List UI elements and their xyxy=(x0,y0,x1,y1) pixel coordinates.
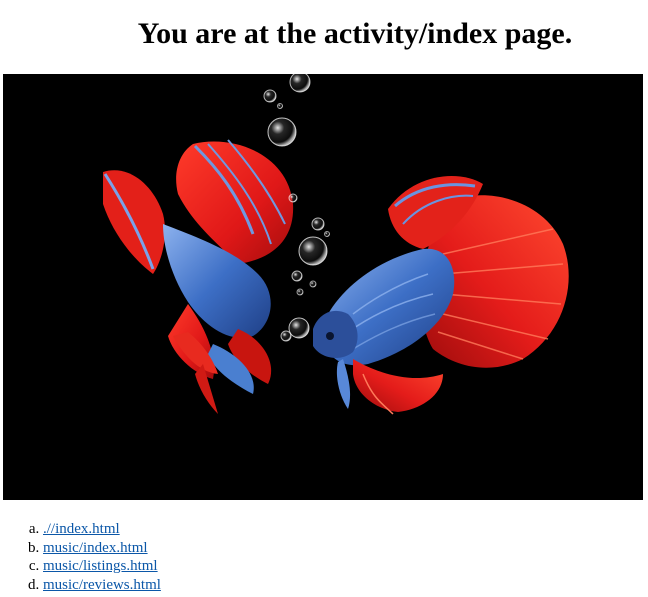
list-item: music/index.html xyxy=(43,539,161,558)
list-item: music/reviews.html xyxy=(43,576,161,595)
page-title: You are at the activity/index page. xyxy=(137,17,573,50)
list-item: .//index.html xyxy=(43,520,161,539)
betta-fish-image xyxy=(3,74,643,500)
link-music-index[interactable]: music/index.html xyxy=(43,540,148,556)
link-music-reviews[interactable]: music/reviews.html xyxy=(43,577,161,593)
fish-eye-icon xyxy=(326,332,334,340)
page-link-list: .//index.html music/index.html music/lis… xyxy=(0,520,161,594)
betta-fish-illustration xyxy=(3,74,643,500)
list-item: music/listings.html xyxy=(43,557,161,576)
link-root-index[interactable]: .//index.html xyxy=(43,521,120,537)
link-music-listings[interactable]: music/listings.html xyxy=(43,558,158,574)
